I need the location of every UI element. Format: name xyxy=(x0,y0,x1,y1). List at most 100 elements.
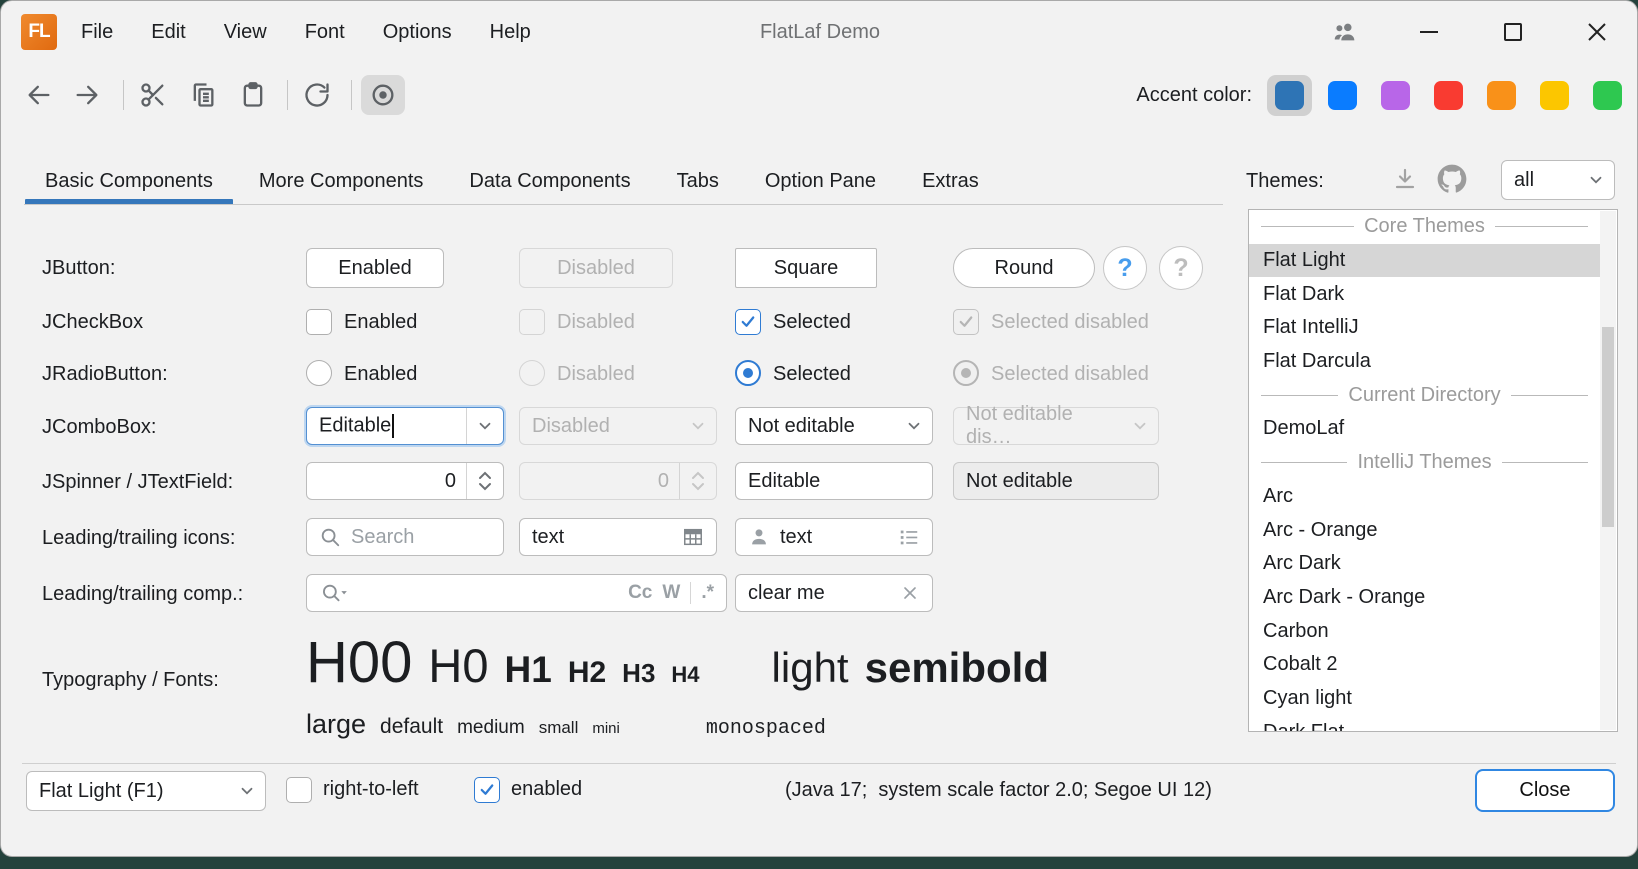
combobox-editable-value: Editable xyxy=(319,414,394,438)
jbutton-round[interactable]: Round xyxy=(953,248,1095,288)
laf-combo-value: Flat Light (F1) xyxy=(39,780,163,803)
users-button[interactable] xyxy=(1331,18,1359,46)
match-case-button[interactable]: Cc xyxy=(628,582,652,604)
menu-font[interactable]: Font xyxy=(303,17,347,48)
menu-options[interactable]: Options xyxy=(381,17,454,48)
radio-selected[interactable] xyxy=(735,360,761,386)
chevron-down-icon xyxy=(1131,417,1149,435)
theme-item-carbon[interactable]: Carbon xyxy=(1249,614,1600,648)
show-hover-effects-toggle[interactable] xyxy=(361,75,405,115)
accent-swatch-2[interactable] xyxy=(1373,75,1418,116)
theme-item-arc-dark[interactable]: Arc Dark xyxy=(1249,547,1600,581)
theme-item-flat-darcula[interactable]: Flat Darcula xyxy=(1249,345,1600,379)
regex-button[interactable]: .* xyxy=(701,582,714,604)
menu-view[interactable]: View xyxy=(222,17,269,48)
menu-edit[interactable]: Edit xyxy=(149,17,187,48)
jbutton-help[interactable]: ? xyxy=(1103,246,1147,290)
h3-sample: H3 xyxy=(622,658,655,689)
combobox-not-editable[interactable]: Not editable xyxy=(735,407,933,445)
enabled-checkbox[interactable] xyxy=(474,777,500,803)
small-sample: small xyxy=(539,718,579,738)
accent-swatch-1[interactable] xyxy=(1320,75,1365,116)
textfield-not-editable: Not editable xyxy=(953,462,1159,500)
accent-swatch-5[interactable] xyxy=(1532,75,1577,116)
laf-combo[interactable]: Flat Light (F1) xyxy=(26,771,266,811)
tab-basic-components[interactable]: Basic Components xyxy=(45,157,213,205)
checkbox-enabled[interactable] xyxy=(306,309,332,335)
minimize-button[interactable] xyxy=(1415,18,1443,46)
accent-swatch-3[interactable] xyxy=(1426,75,1471,116)
search-dropdown-icon[interactable] xyxy=(319,582,349,604)
tab-tabs[interactable]: Tabs xyxy=(677,157,719,205)
clear-icon[interactable] xyxy=(900,583,920,603)
spinner[interactable]: 0 xyxy=(306,462,504,500)
theme-item-arc-orange[interactable]: Arc - Orange xyxy=(1249,513,1600,547)
typography-headings: H00 H0 H1 H2 H3 H4 light semibold xyxy=(306,629,1049,696)
rtl-checkbox[interactable] xyxy=(286,777,312,803)
combobox-editable[interactable]: Editable xyxy=(306,407,504,445)
scrollbar-thumb[interactable] xyxy=(1602,327,1614,527)
download-themes-button[interactable] xyxy=(1389,163,1421,195)
radio-enabled[interactable] xyxy=(306,360,332,386)
themes-filter-combo[interactable]: all xyxy=(1501,160,1615,200)
text-field-table[interactable]: text xyxy=(519,518,717,556)
theme-group-intellij-themes: IntelliJ Themes xyxy=(1249,446,1600,480)
tab-data-components[interactable]: Data Components xyxy=(469,157,630,205)
theme-item-cyan-light[interactable]: Cyan light xyxy=(1249,682,1600,716)
search-icon xyxy=(319,526,341,548)
rtl-checkbox-label: right-to-left xyxy=(323,778,419,801)
whole-word-button[interactable]: W xyxy=(662,582,680,604)
back-button[interactable] xyxy=(17,75,61,115)
spinner-arrows-icon[interactable] xyxy=(476,468,494,494)
search-field[interactable]: Search xyxy=(306,518,504,556)
jbutton-disabled: Disabled xyxy=(519,248,673,288)
maximize-button[interactable] xyxy=(1499,18,1527,46)
accent-swatch-4[interactable] xyxy=(1479,75,1524,116)
menu-help[interactable]: Help xyxy=(488,17,533,48)
tabs-separator xyxy=(24,204,1223,205)
theme-item-dark-flat[interactable]: Dark Flat xyxy=(1249,715,1600,731)
accent-color xyxy=(1593,81,1622,110)
text-field-person-list[interactable]: text xyxy=(735,518,933,556)
theme-item-demolaf[interactable]: DemoLaf xyxy=(1249,412,1600,446)
refresh-icon xyxy=(303,81,331,109)
jbutton-enabled[interactable]: Enabled xyxy=(306,248,444,288)
accent-color xyxy=(1434,81,1463,110)
checkbox-selected-disabled-label: Selected disabled xyxy=(991,311,1149,334)
combobox-not-editable-value: Not editable xyxy=(748,415,855,438)
titlebar: FL FileEditViewFontOptionsHelp FlatLaf D… xyxy=(1,1,1637,63)
forward-icon xyxy=(73,81,101,109)
show-hover-effects-icon xyxy=(369,81,397,109)
minimize-icon xyxy=(1418,21,1440,43)
theme-item-arc[interactable]: Arc xyxy=(1249,480,1600,514)
jbutton-square[interactable]: Square xyxy=(735,248,877,288)
theme-item-flat-intellij[interactable]: Flat IntelliJ xyxy=(1249,311,1600,345)
forward-button[interactable] xyxy=(65,75,109,115)
statusbar-info: (Java 17; system scale factor 2.0; Segoe… xyxy=(785,779,1212,802)
tab-option-pane[interactable]: Option Pane xyxy=(765,157,876,205)
checkbox-selected[interactable] xyxy=(735,309,761,335)
refresh-button[interactable] xyxy=(295,75,339,115)
accent-swatch-6[interactable] xyxy=(1585,75,1630,116)
close-button[interactable]: Close xyxy=(1475,769,1615,812)
accent-swatch-0-selected[interactable] xyxy=(1267,75,1312,116)
toolbar-separator xyxy=(123,80,124,110)
textfield-editable[interactable]: Editable xyxy=(735,462,933,500)
clearable-field[interactable]: clear me xyxy=(735,574,933,612)
tab-extras[interactable]: Extras xyxy=(922,157,979,205)
github-button[interactable] xyxy=(1436,163,1468,195)
theme-item-cobalt-2[interactable]: Cobalt 2 xyxy=(1249,648,1600,682)
menu-file[interactable]: File xyxy=(79,17,115,48)
theme-item-flat-light[interactable]: Flat Light xyxy=(1249,244,1600,278)
search-field-with-options[interactable]: Cc W .* xyxy=(306,574,727,612)
copy-button[interactable] xyxy=(181,75,225,115)
close-window-button[interactable] xyxy=(1583,18,1611,46)
check-icon xyxy=(739,313,757,331)
cut-button[interactable] xyxy=(131,75,175,115)
text-caret xyxy=(392,414,394,438)
paste-button[interactable] xyxy=(231,75,275,115)
theme-item-arc-dark-orange[interactable]: Arc Dark - Orange xyxy=(1249,581,1600,615)
theme-item-flat-dark[interactable]: Flat Dark xyxy=(1249,277,1600,311)
tab-more-components[interactable]: More Components xyxy=(259,157,424,205)
theme-list-scrollbar[interactable] xyxy=(1600,211,1616,730)
